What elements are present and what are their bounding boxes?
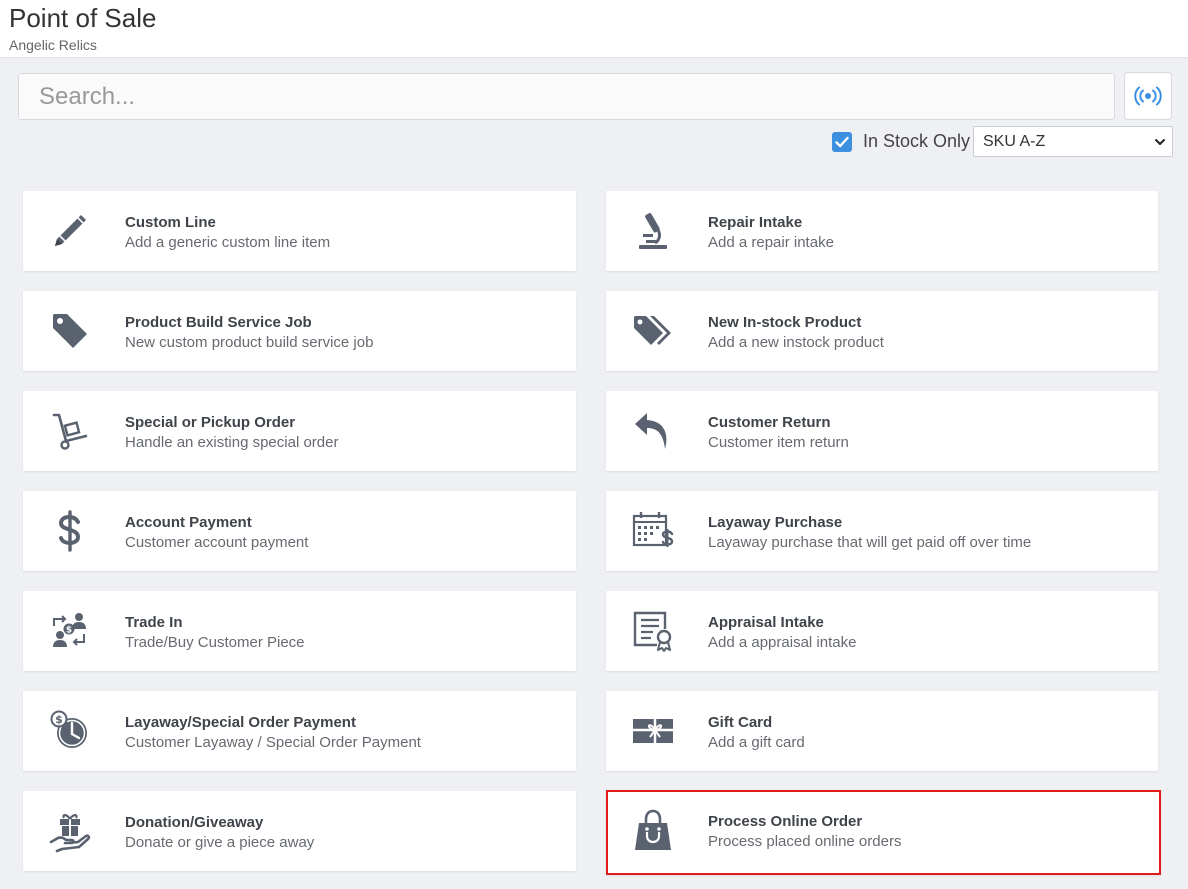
- store-name: Angelic Relics: [9, 37, 97, 53]
- card-title: Account Payment: [125, 514, 252, 531]
- card-title: Layaway/Special Order Payment: [125, 714, 356, 731]
- card-title: Product Build Service Job: [125, 314, 312, 331]
- dollar-icon: [48, 509, 92, 553]
- card-layaway-purchase[interactable]: Layaway Purchase Layaway purchase that w…: [606, 491, 1158, 571]
- card-description: Customer Layaway / Special Order Payment: [125, 734, 421, 751]
- chevron-down-icon: [1155, 139, 1165, 145]
- hand-truck-icon: [48, 409, 92, 453]
- card-title: Trade In: [125, 614, 183, 631]
- card-gift-card[interactable]: Gift Card Add a gift card: [606, 691, 1158, 771]
- pencil-icon: [48, 209, 92, 253]
- card-description: Donate or give a piece away: [125, 834, 315, 851]
- tag-icon: [48, 309, 92, 353]
- rfid-scan-button[interactable]: [1124, 72, 1172, 120]
- card-donation-giveaway[interactable]: Donation/Giveaway Donate or give a piece…: [23, 791, 576, 871]
- checkmark-icon: [835, 136, 849, 147]
- card-description: Trade/Buy Customer Piece: [125, 634, 305, 651]
- gift-card-icon: [631, 709, 675, 753]
- card-description: Add a gift card: [708, 734, 805, 751]
- card-title: Process Online Order: [708, 813, 863, 830]
- hand-gift-icon: [48, 809, 92, 853]
- card-special-or-pickup-order[interactable]: Special or Pickup Order Handle an existi…: [23, 391, 576, 471]
- card-trade-in[interactable]: $ Trade In Trade/Buy Customer Piece: [23, 591, 576, 671]
- card-description: Customer account payment: [125, 534, 309, 551]
- card-description: Add a new instock product: [708, 334, 884, 351]
- card-description: Process placed online orders: [708, 833, 902, 850]
- card-product-build-service-job[interactable]: Product Build Service Job New custom pro…: [23, 291, 576, 371]
- card-account-payment[interactable]: Account Payment Customer account payment: [23, 491, 576, 571]
- reply-arrow-icon: [631, 409, 675, 453]
- card-custom-line[interactable]: Custom Line Add a generic custom line it…: [23, 191, 576, 271]
- svg-text:$: $: [55, 713, 63, 726]
- card-title: New In-stock Product: [708, 314, 862, 331]
- card-title: Custom Line: [125, 214, 216, 231]
- card-title: Layaway Purchase: [708, 514, 843, 531]
- card-new-in-stock-product[interactable]: New In-stock Product Add a new instock p…: [606, 291, 1158, 371]
- card-process-online-order[interactable]: Process Online Order Process placed onli…: [606, 790, 1161, 875]
- page-title: Point of Sale: [9, 3, 157, 33]
- card-title: Gift Card: [708, 714, 773, 731]
- shopping-bag-icon: [631, 808, 675, 852]
- microscope-icon: [631, 209, 675, 253]
- card-customer-return[interactable]: Customer Return Customer item return: [606, 391, 1158, 471]
- svg-text:$: $: [66, 626, 72, 636]
- sort-value: SKU A-Z: [983, 132, 1046, 150]
- tags-icon: [631, 309, 675, 353]
- certificate-icon: [631, 609, 675, 653]
- sort-select[interactable]: SKU A-Z: [973, 126, 1173, 157]
- in-stock-label: In Stock Only: [863, 131, 971, 151]
- card-description: New custom product build service job: [125, 334, 374, 351]
- in-stock-checkbox[interactable]: [832, 131, 852, 152]
- clock-dollar-icon: $: [48, 709, 92, 753]
- card-description: Add a appraisal intake: [708, 634, 857, 651]
- card-description: Handle an existing special order: [125, 434, 339, 451]
- card-appraisal-intake[interactable]: Appraisal Intake Add a appraisal intake: [606, 591, 1158, 671]
- search-input[interactable]: [18, 73, 1115, 120]
- card-repair-intake[interactable]: Repair Intake Add a repair intake: [606, 191, 1158, 271]
- card-title: Donation/Giveaway: [125, 814, 264, 831]
- card-description: Add a generic custom line item: [125, 234, 331, 251]
- card-title: Repair Intake: [708, 214, 803, 231]
- card-title: Appraisal Intake: [708, 614, 824, 631]
- card-layaway-special-order-payment[interactable]: $ Layaway/Special Order Payment Customer…: [23, 691, 576, 771]
- card-title: Special or Pickup Order: [125, 414, 296, 431]
- calendar-dollar-icon: [631, 509, 675, 553]
- card-description: Add a repair intake: [708, 234, 834, 251]
- broadcast-icon: [1134, 86, 1162, 106]
- header: Point of Sale Angelic Relics: [0, 0, 1188, 58]
- card-title: Customer Return: [708, 414, 831, 431]
- card-description: Customer item return: [708, 434, 849, 451]
- card-description: Layaway purchase that will get paid off …: [708, 534, 1032, 551]
- in-stock-toggle[interactable]: In Stock Only: [832, 131, 970, 152]
- trade-exchange-icon: $: [48, 609, 92, 653]
